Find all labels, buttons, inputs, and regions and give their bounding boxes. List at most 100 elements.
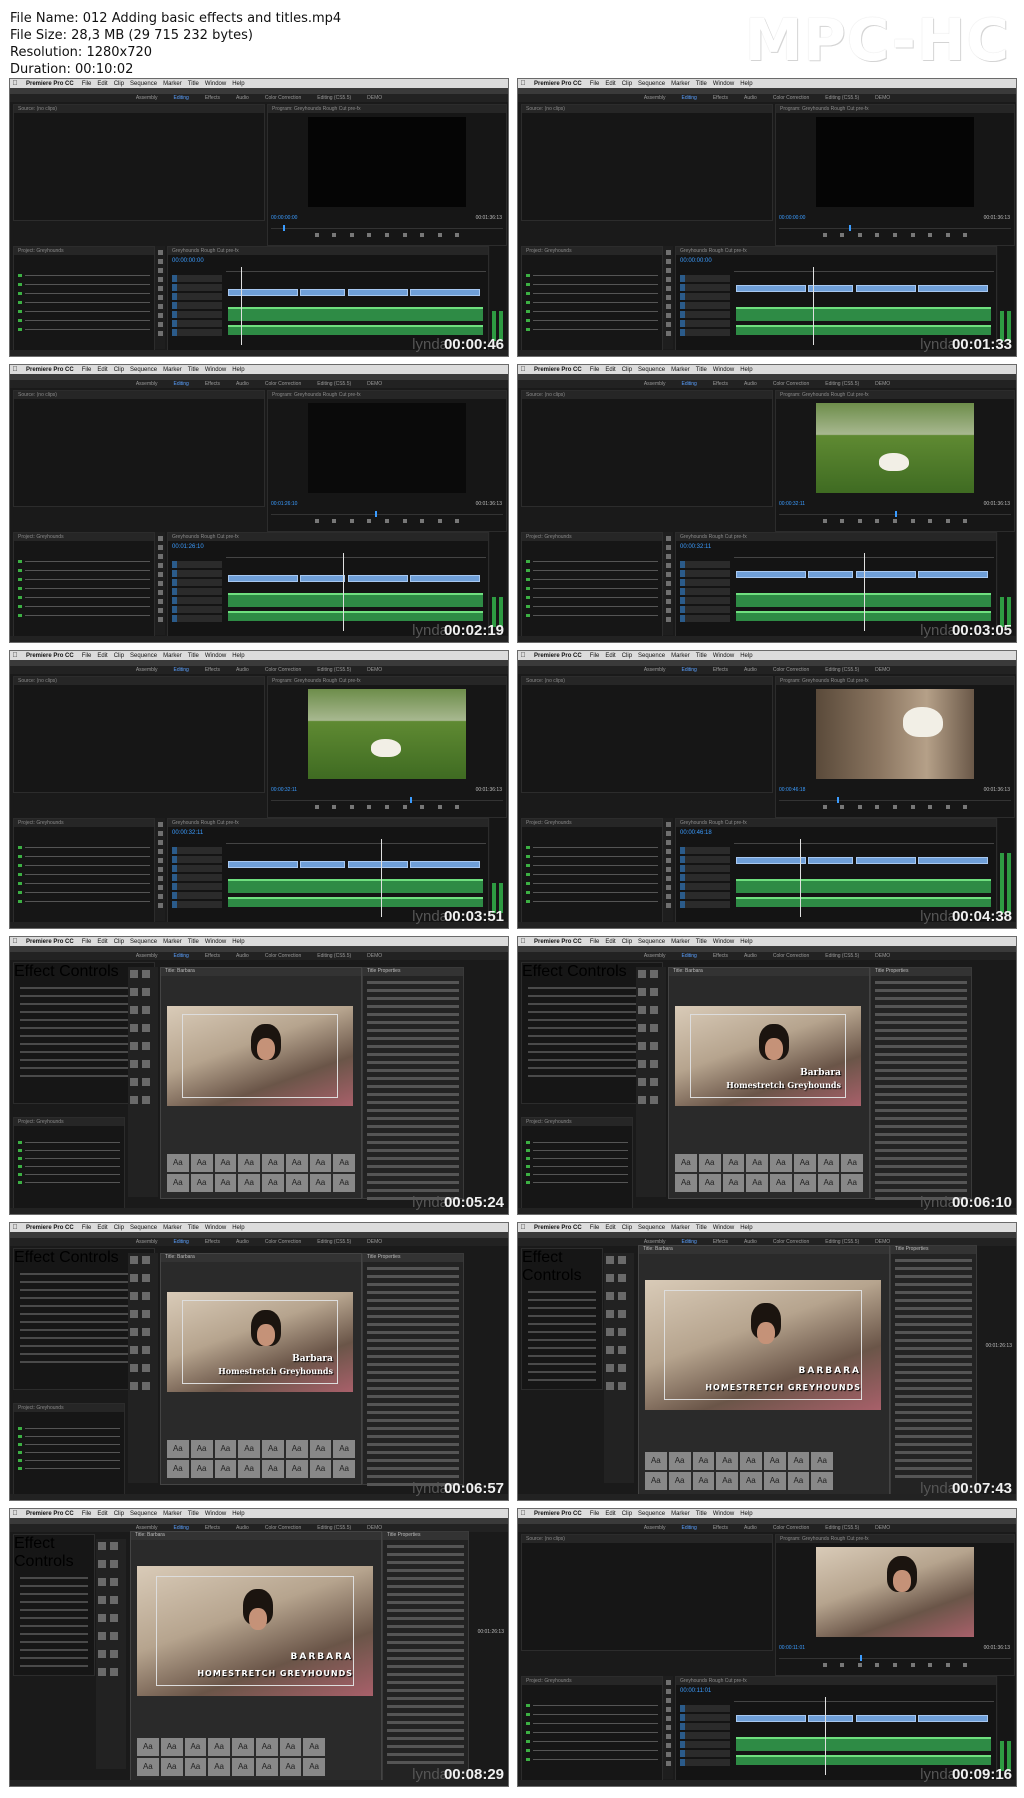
tool-icon[interactable] xyxy=(665,1725,671,1730)
transport-button[interactable] xyxy=(963,805,968,809)
title-tool-icon[interactable] xyxy=(130,1382,138,1390)
tool-icon[interactable] xyxy=(665,608,671,613)
timeline-tab[interactable]: Greyhounds Rough Cut pre-fx xyxy=(168,533,488,541)
transport-button[interactable] xyxy=(945,1663,950,1667)
effect-row[interactable] xyxy=(20,1609,88,1611)
program-tab[interactable]: Program: Greyhounds Rough Cut pre-fx xyxy=(776,677,1014,685)
video-clip[interactable] xyxy=(300,861,345,868)
workspace-tab[interactable]: Effects xyxy=(205,952,220,960)
transport-button[interactable] xyxy=(437,805,442,809)
project-bin[interactable] xyxy=(18,872,150,876)
title-tool-icon[interactable] xyxy=(142,1382,150,1390)
title-tool-icon[interactable] xyxy=(98,1560,106,1568)
menu-item[interactable]: File xyxy=(82,1225,92,1231)
tool-icon[interactable] xyxy=(157,590,163,595)
menu-item[interactable]: Window xyxy=(713,1511,734,1517)
effect-row[interactable] xyxy=(528,1371,596,1373)
title-style-swatch[interactable]: Aa xyxy=(190,1440,213,1458)
property-row[interactable] xyxy=(367,1013,459,1016)
program-tab[interactable]: Program: Greyhounds Rough Cut pre-fx xyxy=(776,391,1014,399)
title-style-swatch[interactable]: Aa xyxy=(208,1758,230,1776)
property-row[interactable] xyxy=(895,1291,972,1294)
property-row[interactable] xyxy=(875,1133,967,1136)
property-row[interactable] xyxy=(875,1085,967,1088)
title-tool-icon[interactable] xyxy=(142,1310,150,1318)
menu-item[interactable]: Title xyxy=(188,367,199,373)
title-tool-icon[interactable] xyxy=(638,1096,646,1104)
menu-item[interactable]: Window xyxy=(713,81,734,87)
title-style-swatch[interactable]: Aa xyxy=(698,1174,721,1192)
track-header[interactable] xyxy=(680,874,730,881)
project-bin[interactable] xyxy=(18,568,150,572)
property-row[interactable] xyxy=(367,1443,459,1446)
workspace-tab[interactable]: Effects xyxy=(713,666,728,674)
apple-menu-icon[interactable]:  xyxy=(518,80,528,87)
track-header[interactable] xyxy=(680,329,730,336)
effect-row[interactable] xyxy=(528,1347,596,1349)
workspace-tab[interactable]: Audio xyxy=(236,380,249,388)
title-style-swatch[interactable]: Aa xyxy=(333,1154,355,1172)
track-header[interactable] xyxy=(172,284,222,291)
property-row[interactable] xyxy=(875,1029,967,1032)
transport-button[interactable] xyxy=(384,233,389,237)
property-row[interactable] xyxy=(367,1093,459,1096)
source-tab[interactable]: Source: (no clips) xyxy=(14,677,264,685)
project-bin[interactable] xyxy=(526,1730,658,1734)
title-tool-icon[interactable] xyxy=(618,1274,626,1282)
track-header[interactable] xyxy=(172,856,222,863)
title-tool-icon[interactable] xyxy=(130,1096,138,1104)
property-row[interactable] xyxy=(895,1371,972,1374)
title-style-swatch[interactable]: Aa xyxy=(238,1174,260,1192)
property-row[interactable] xyxy=(387,1721,464,1724)
property-row[interactable] xyxy=(367,1125,459,1128)
property-row[interactable] xyxy=(367,1045,459,1048)
project-bin[interactable] xyxy=(18,1434,120,1438)
menu-item[interactable]: Marker xyxy=(163,653,182,659)
title-style-swatch[interactable]: Aa xyxy=(309,1460,332,1478)
title-properties-tab[interactable]: Title Properties xyxy=(871,968,971,976)
tool-icon[interactable] xyxy=(665,295,671,300)
project-bin[interactable] xyxy=(526,604,658,608)
property-row[interactable] xyxy=(367,1451,459,1454)
track-header[interactable] xyxy=(172,588,222,595)
project-bin[interactable] xyxy=(526,1172,628,1176)
title-tool-icon[interactable] xyxy=(650,1078,658,1086)
property-row[interactable] xyxy=(367,1109,459,1112)
project-bin[interactable] xyxy=(526,845,658,849)
project-tab[interactable]: Project: Greyhounds xyxy=(14,533,154,541)
workspace-tab[interactable]: Assembly xyxy=(136,952,158,960)
project-bin[interactable] xyxy=(526,854,658,858)
property-row[interactable] xyxy=(367,1283,459,1286)
menu-item[interactable]: Sequence xyxy=(638,367,665,373)
workspace-tab[interactable]: Audio xyxy=(236,1238,249,1246)
menu-item[interactable]: Marker xyxy=(671,1225,690,1231)
tool-icon[interactable] xyxy=(157,849,163,854)
video-clip[interactable] xyxy=(808,285,853,292)
timeline-playhead[interactable] xyxy=(240,267,242,345)
effect-row[interactable] xyxy=(20,1633,88,1635)
workspace-tab[interactable]: Color Correction xyxy=(773,952,809,960)
property-row[interactable] xyxy=(387,1569,464,1572)
effect-row[interactable] xyxy=(20,1617,88,1619)
menu-item[interactable]: Edit xyxy=(605,939,615,945)
track-header[interactable] xyxy=(680,1741,730,1748)
property-row[interactable] xyxy=(875,1037,967,1040)
track-header[interactable] xyxy=(680,570,730,577)
title-style-swatch[interactable]: Aa xyxy=(793,1174,816,1192)
menu-item[interactable]: File xyxy=(82,1511,92,1517)
workspace-tab[interactable]: Color Correction xyxy=(265,1238,301,1246)
tool-icon[interactable] xyxy=(665,304,671,309)
title-tool-icon[interactable] xyxy=(98,1542,106,1550)
property-row[interactable] xyxy=(367,1355,459,1358)
workspace-tab[interactable]: Color Correction xyxy=(773,380,809,388)
workspace-tab[interactable]: Editing xyxy=(174,94,189,102)
title-style-swatch[interactable]: Aa xyxy=(740,1472,762,1490)
menu-item[interactable]: Clip xyxy=(114,81,124,87)
effect-row[interactable] xyxy=(20,1665,88,1667)
property-row[interactable] xyxy=(875,1053,967,1056)
video-clip[interactable] xyxy=(808,571,853,578)
program-tab[interactable]: Program: Greyhounds Rough Cut pre-fx xyxy=(776,105,1014,113)
track-header[interactable] xyxy=(680,302,730,309)
title-tool-icon[interactable] xyxy=(110,1668,118,1676)
project-bin[interactable] xyxy=(526,1156,628,1160)
